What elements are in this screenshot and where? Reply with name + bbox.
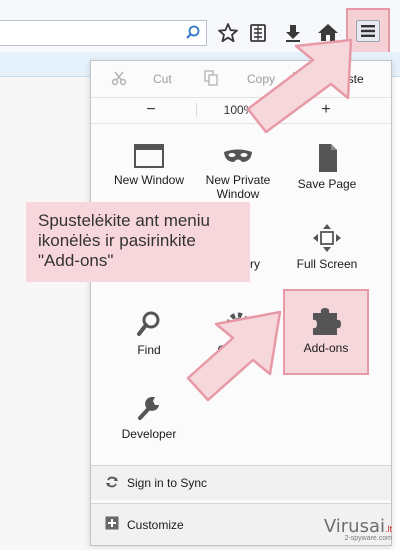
customize-label: Customize <box>127 517 184 532</box>
scissors-icon <box>111 70 127 89</box>
new-window-button[interactable]: New Window <box>99 143 199 187</box>
zoom-out-button[interactable]: − <box>131 97 171 123</box>
document-icon <box>319 144 337 172</box>
magnifier-icon <box>137 311 160 336</box>
search-icon[interactable] <box>184 24 202 42</box>
sync-icon <box>105 475 119 492</box>
wrench-icon <box>138 397 159 420</box>
developer-label: Developer <box>121 427 177 441</box>
arrow-to-addons-icon <box>186 310 282 402</box>
plus-box-icon <box>105 516 119 533</box>
full-screen-label: Full Screen <box>296 257 358 271</box>
zoom-divider <box>196 103 197 117</box>
addons-label: Add-ons <box>303 341 349 355</box>
watermark-suffix: .lt <box>384 524 392 534</box>
save-page-label: Save Page <box>297 177 357 191</box>
watermark-text: Virusai <box>323 516 385 537</box>
mask-icon <box>224 149 252 162</box>
cut-label: Cut <box>153 72 172 86</box>
save-page-button[interactable]: Save Page <box>277 143 377 191</box>
url-bar[interactable] <box>0 20 207 46</box>
sign-in-sync-button[interactable]: Sign in to Sync <box>91 466 391 500</box>
arrow-to-menu-icon <box>246 38 353 134</box>
puzzle-icon <box>313 308 341 335</box>
new-private-window-button[interactable]: New Private Window <box>188 143 288 201</box>
window-icon <box>134 144 164 168</box>
sign-in-label: Sign in to Sync <box>127 476 208 490</box>
addons-button[interactable]: Add-ons <box>283 289 369 375</box>
watermark-logo: Virusai.lt 2-spyware.com <box>324 516 392 542</box>
new-private-window-label: New Private Window <box>205 173 271 201</box>
full-screen-button[interactable]: Full Screen <box>277 223 377 271</box>
hamburger-menu-icon[interactable] <box>356 20 380 42</box>
page-content-area <box>0 77 90 550</box>
new-window-label: New Window <box>113 173 185 187</box>
cut-button[interactable]: Cut <box>111 61 172 97</box>
fullscreen-icon <box>313 224 341 252</box>
copy-icon <box>203 69 219 89</box>
instruction-callout: Spustelėkite ant meniu ikonėlės ir pasir… <box>26 202 250 282</box>
